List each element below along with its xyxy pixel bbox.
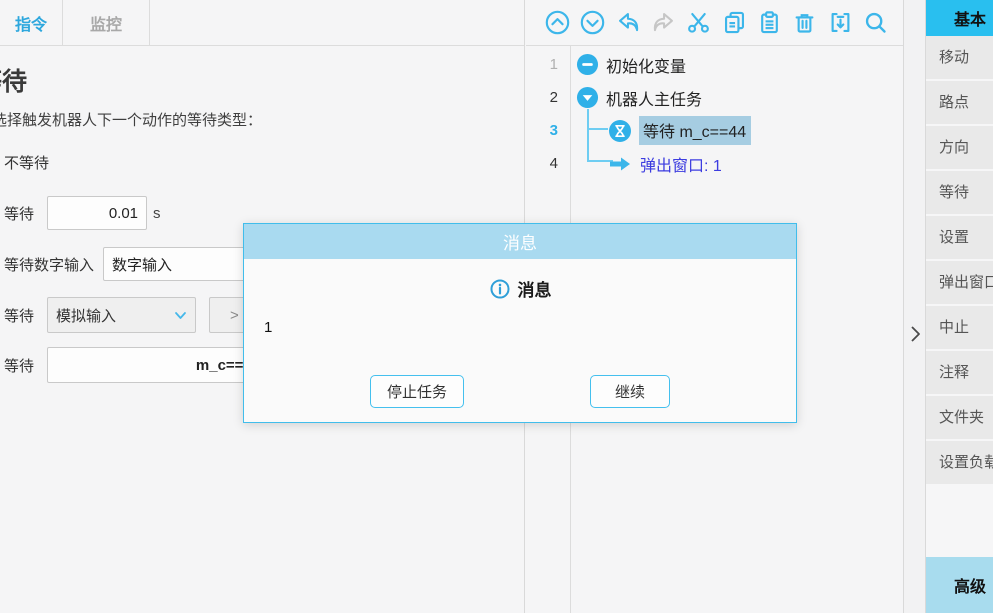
analog-select-value: 模拟输入	[56, 305, 174, 326]
sidebar-item-move[interactable]: 移动	[926, 36, 993, 79]
tab-monitor[interactable]: 监控	[63, 0, 150, 45]
sidebar-item-waypoint[interactable]: 路点	[926, 81, 993, 124]
tree-node-label: 初始化变量	[606, 53, 686, 77]
tree-row-main-task[interactable]: 2 机器人主任务	[526, 81, 903, 114]
line-number: 3	[526, 122, 570, 139]
tree-node-label: 机器人主任务	[606, 86, 702, 110]
panel-toggle-button[interactable]	[907, 322, 923, 346]
wait-analog-label: 等待	[0, 305, 34, 326]
program-tree: 1 初始化变量 2 机器人主任务 3 等待 m_c==44 4	[526, 48, 903, 180]
sidebar-item-direction[interactable]: 方向	[926, 126, 993, 169]
left-tab-bar: 指令 监控	[0, 0, 524, 46]
dialog-heading: 消息	[244, 276, 796, 301]
line-number: 4	[526, 155, 570, 172]
chevron-right-icon	[910, 325, 921, 343]
delete-icon[interactable]	[791, 9, 818, 36]
sidebar-item-wait[interactable]: 等待	[926, 171, 993, 214]
wait-expression-label: 等待	[0, 355, 34, 376]
move-down-icon[interactable]	[579, 9, 606, 36]
analog-input-select[interactable]: 模拟输入	[47, 297, 196, 333]
chevron-down-icon	[174, 311, 187, 320]
wait-seconds-label: 等待	[0, 203, 34, 224]
tree-row-wait[interactable]: 3 等待 m_c==44	[526, 114, 903, 147]
wait-seconds-input[interactable]	[47, 196, 147, 230]
sidebar-item-set[interactable]: 设置	[926, 216, 993, 259]
option-no-wait[interactable]: 不等待	[0, 152, 49, 172]
dialog-buttons: 停止任务 继续	[244, 375, 796, 408]
tab-instruction[interactable]: 指令	[0, 0, 63, 45]
panel-divider-strip	[904, 0, 926, 613]
sidebar-item-popup[interactable]: 弹出窗口	[926, 261, 993, 304]
command-sidebar: 基本 移动 路点 方向 等待 设置 弹出窗口 中止 注释 文件夹 设置负载 高级	[926, 0, 993, 613]
stop-task-button[interactable]: 停止任务	[370, 375, 464, 408]
tree-row-popup[interactable]: 4 弹出窗口: 1	[526, 147, 903, 180]
dialog-titlebar[interactable]: 消息	[244, 224, 796, 259]
copy-icon[interactable]	[721, 9, 748, 36]
move-up-icon[interactable]	[544, 9, 571, 36]
line-number: 1	[526, 56, 570, 73]
tree-toolbar	[526, 0, 903, 46]
no-wait-label: 不等待	[0, 152, 49, 173]
dialog-heading-text: 消息	[518, 276, 552, 301]
sidebar-item-abort[interactable]: 中止	[926, 306, 993, 349]
undo-icon[interactable]	[615, 9, 642, 36]
message-dialog: 消息 消息 1 停止任务 继续	[243, 223, 797, 423]
seconds-unit-label: s	[153, 205, 161, 222]
cut-icon[interactable]	[685, 9, 712, 36]
minus-circle-icon[interactable]	[576, 53, 599, 76]
wait-digital-label: 等待数字输入	[0, 254, 94, 275]
paste-icon[interactable]	[756, 9, 783, 36]
option-wait-seconds: 等待 s	[0, 196, 161, 230]
page-title: 等待	[0, 62, 27, 98]
sidebar-item-payload[interactable]: 设置负载	[926, 441, 993, 484]
redo-icon[interactable]	[650, 9, 677, 36]
continue-button[interactable]: 继续	[590, 375, 670, 408]
tree-node-label: 弹出窗口: 1	[640, 152, 722, 176]
sidebar-header-basic[interactable]: 基本	[926, 0, 993, 36]
tree-node-label-selected: 等待 m_c==44	[639, 116, 751, 145]
hourglass-icon[interactable]	[608, 119, 632, 143]
sidebar-footer-advanced[interactable]: 高级	[926, 557, 993, 613]
triangle-down-circle-icon[interactable]	[576, 86, 599, 109]
sidebar-item-folder[interactable]: 文件夹	[926, 396, 993, 439]
tree-row-init-vars[interactable]: 1 初始化变量	[526, 48, 903, 81]
wait-type-description: 选择触发机器人下一个动作的等待类型：	[0, 109, 262, 130]
insert-icon[interactable]	[827, 9, 854, 36]
search-icon[interactable]	[862, 9, 889, 36]
dialog-message: 1	[264, 319, 272, 336]
line-number: 2	[526, 89, 570, 106]
arrow-right-icon[interactable]	[609, 156, 631, 172]
sidebar-item-comment[interactable]: 注释	[926, 351, 993, 394]
info-icon	[489, 278, 511, 300]
